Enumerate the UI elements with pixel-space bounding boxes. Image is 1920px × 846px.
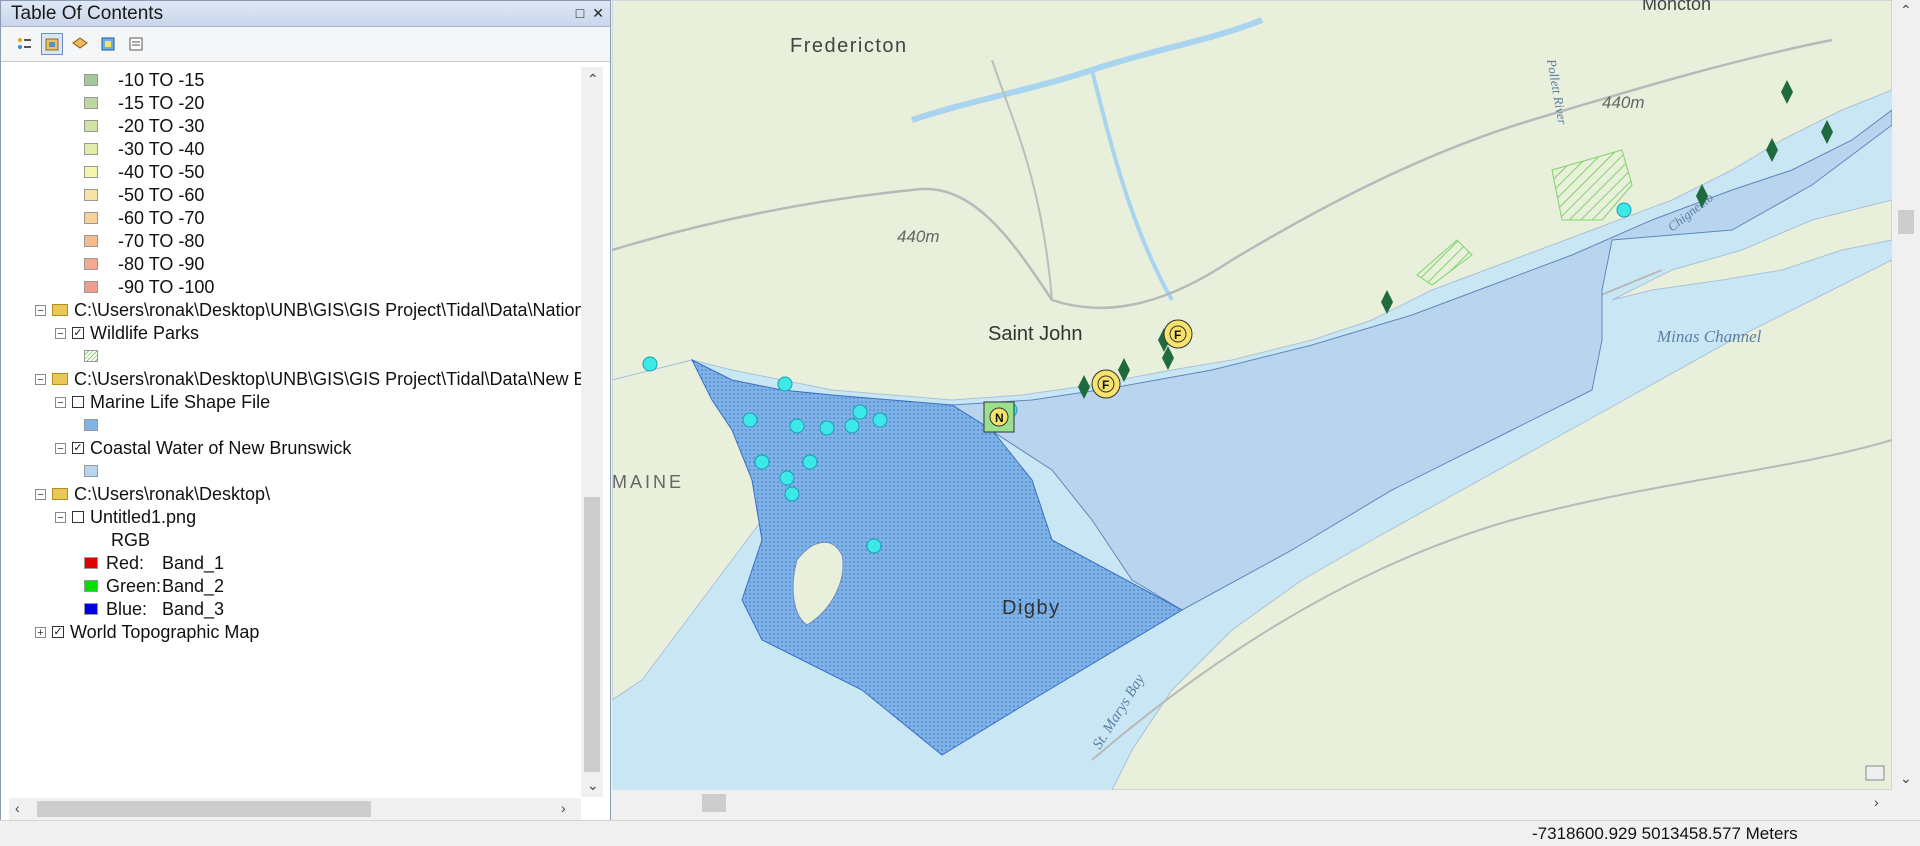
scroll-left-icon[interactable]: ‹	[15, 800, 20, 816]
toc-vertical-scrollbar[interactable]: ⌃ ⌄	[581, 67, 603, 797]
scrollbar-thumb[interactable]	[1898, 210, 1914, 234]
scrollbar-thumb[interactable]	[37, 801, 371, 817]
label-minas-channel: Minas Channel	[1656, 327, 1762, 346]
legend-swatch	[84, 212, 98, 224]
toc-title-bar: Table Of Contents □ ✕	[1, 1, 610, 27]
toc-tree: -10 TO -15 -15 TO -20 -20 TO -30 -30 TO …	[9, 67, 581, 797]
scroll-up-icon[interactable]: ⌃	[587, 71, 599, 88]
layer-visibility-checkbox[interactable]	[72, 511, 84, 523]
toc-horizontal-scrollbar[interactable]: ‹ ›	[9, 798, 581, 820]
legend-swatch	[84, 143, 98, 155]
collapse-icon[interactable]: −	[35, 373, 46, 385]
f-marker[interactable]: F	[1091, 369, 1121, 399]
label-maine: MAINE	[612, 472, 684, 492]
list-by-visibility-icon[interactable]	[69, 33, 91, 55]
layer-visibility-checkbox[interactable]: ✓	[72, 442, 84, 454]
dotted-swatch	[84, 419, 98, 431]
toc-title: Table Of Contents	[11, 2, 164, 24]
legend-swatch	[84, 281, 98, 293]
svg-text:F: F	[1102, 378, 1109, 392]
map-tips-icon[interactable]	[1865, 765, 1885, 781]
cyan-marker-icon[interactable]	[866, 538, 882, 554]
green-swatch	[84, 580, 98, 592]
folder-icon	[52, 488, 68, 500]
layer-visibility-checkbox[interactable]: ✓	[52, 626, 64, 638]
legend-swatch	[84, 258, 98, 270]
cyan-marker-icon[interactable]	[742, 412, 758, 428]
svg-text:N: N	[995, 411, 1004, 425]
legend-swatch	[84, 74, 98, 86]
blue-swatch	[84, 603, 98, 615]
close-icon[interactable]: ✕	[592, 5, 604, 22]
cyan-marker-icon[interactable]	[1616, 202, 1632, 218]
legend-swatch	[84, 189, 98, 201]
folder-icon	[52, 373, 68, 385]
map-vertical-scrollbar[interactable]: ⌃ ⌄	[1892, 0, 1920, 790]
label-elevation: 440m	[1602, 93, 1645, 112]
cyan-marker-icon[interactable]	[819, 420, 835, 436]
scroll-right-icon[interactable]: ›	[561, 800, 566, 816]
status-bar: -7318600.929 5013458.577 Meters	[0, 820, 1920, 846]
collapse-icon[interactable]: −	[35, 304, 46, 316]
label-elevation: 440m	[897, 227, 940, 246]
cursor-coordinates: -7318600.929 5013458.577 Meters	[1532, 824, 1798, 843]
toc-toolbar	[1, 27, 610, 62]
polygon-swatch	[84, 465, 98, 477]
n-marker[interactable]: N	[983, 401, 1015, 433]
map-horizontal-scrollbar[interactable]: ›	[612, 790, 1892, 816]
f-marker[interactable]: F	[1163, 319, 1193, 349]
label-fredericton: Fredericton	[790, 35, 908, 57]
list-by-drawing-order-icon[interactable]	[13, 33, 35, 55]
toc-layer-wildlife-parks[interactable]: − ✓ Wildlife Parks	[55, 320, 199, 346]
scrollbar-thumb[interactable]	[584, 497, 600, 772]
collapse-icon[interactable]: −	[55, 396, 66, 408]
collapse-icon[interactable]: −	[35, 488, 46, 500]
label-digby: Digby	[1002, 597, 1061, 619]
legend-swatch	[84, 235, 98, 247]
list-by-source-icon[interactable]	[41, 33, 63, 55]
collapse-icon[interactable]: −	[55, 511, 66, 523]
red-swatch	[84, 557, 98, 569]
list-by-selection-icon[interactable]	[97, 33, 119, 55]
label-moncton: Moncton	[1642, 0, 1711, 14]
layer-visibility-checkbox[interactable]: ✓	[72, 327, 84, 339]
map-canvas[interactable]: Fredericton Moncton Saint John Digby MAI…	[611, 0, 1893, 791]
scroll-right-icon[interactable]: ›	[1874, 794, 1879, 810]
hatched-swatch	[84, 350, 98, 362]
cyan-marker-icon[interactable]	[642, 356, 658, 372]
legend-swatch	[84, 120, 98, 132]
legend-swatch	[84, 166, 98, 178]
cyan-marker-icon[interactable]	[844, 418, 860, 434]
layer-visibility-checkbox[interactable]	[72, 396, 84, 408]
cyan-marker-icon[interactable]	[852, 404, 868, 420]
toc-layer-world-topo[interactable]: + ✓ World Topographic Map	[35, 619, 259, 645]
collapse-icon[interactable]: −	[55, 442, 66, 454]
legend-swatch	[84, 97, 98, 109]
collapse-icon[interactable]: −	[55, 327, 66, 339]
cyan-marker-icon[interactable]	[784, 486, 800, 502]
table-of-contents-panel: Table Of Contents □ ✕ -10 TO -15 -15 TO …	[0, 0, 611, 830]
cyan-marker-icon[interactable]	[872, 412, 888, 428]
scroll-down-icon[interactable]: ⌄	[1900, 770, 1912, 787]
expand-icon[interactable]: +	[35, 626, 46, 638]
dock-icon[interactable]: □	[576, 5, 584, 22]
cyan-marker-icon[interactable]	[779, 470, 795, 486]
cyan-marker-icon[interactable]	[754, 454, 770, 470]
scroll-down-icon[interactable]: ⌄	[587, 777, 599, 794]
scrollbar-thumb[interactable]	[702, 794, 726, 812]
scroll-up-icon[interactable]: ⌃	[1900, 2, 1912, 19]
svg-text:F: F	[1174, 328, 1181, 342]
label-saint-john: Saint John	[988, 323, 1083, 345]
cyan-marker-icon[interactable]	[789, 418, 805, 434]
cyan-marker-icon[interactable]	[777, 376, 793, 392]
cyan-marker-icon[interactable]	[802, 454, 818, 470]
map-view[interactable]: Fredericton Moncton Saint John Digby MAI…	[611, 0, 1893, 791]
folder-icon	[52, 304, 68, 316]
options-icon[interactable]	[125, 33, 147, 55]
